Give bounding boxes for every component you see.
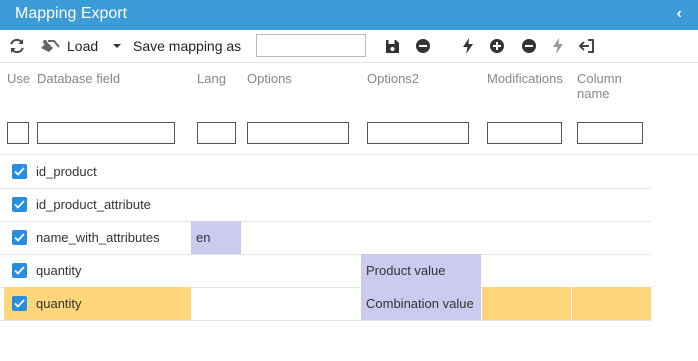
filter-database-field-input[interactable] (37, 122, 175, 144)
add-circle-icon[interactable] (487, 30, 507, 62)
database-field-cell: quantity (36, 263, 82, 278)
table-row[interactable]: quantity Product value (0, 254, 651, 288)
column-header-options: Options (247, 71, 292, 86)
use-checkbox[interactable] (12, 164, 27, 179)
table-row-selected[interactable]: quantity Combination value (0, 287, 651, 321)
filter-use-input[interactable] (7, 122, 29, 144)
column-header-database-field: Database field (37, 71, 121, 86)
database-field-cell: id_product (36, 164, 97, 179)
save-mapping-name-input[interactable] (256, 34, 366, 57)
database-field-cell: quantity (36, 296, 82, 311)
filter-modifications-input[interactable] (487, 122, 562, 144)
lightning-disabled-icon[interactable] (548, 30, 568, 62)
filter-column-name-input[interactable] (577, 122, 643, 144)
table-row[interactable]: id_product (0, 155, 651, 189)
sign-in-icon[interactable] (577, 30, 597, 62)
column-header-column-name-line2: name (577, 86, 610, 101)
modifications-cell[interactable] (482, 287, 571, 320)
column-header-options2: Options2 (367, 71, 420, 86)
lang-cell[interactable]: en (191, 221, 241, 254)
filter-options-input[interactable] (247, 122, 349, 144)
lightning-icon[interactable] (458, 30, 478, 62)
column-header-column-name: Column name (577, 72, 622, 101)
filter-options2-input[interactable] (367, 122, 469, 144)
column-header-column-name-line1: Column (577, 71, 622, 86)
collapse-chevron-icon[interactable]: ‹ (677, 5, 682, 23)
column-name-cell[interactable] (572, 287, 651, 320)
column-header-modifications: Modifications (487, 71, 563, 86)
toolbar: Load Save mapping as (0, 30, 698, 63)
column-header-use: Use (7, 71, 31, 86)
panel-header: Mapping Export ‹ (0, 0, 698, 30)
use-checkbox[interactable] (12, 263, 27, 278)
panel-title: Mapping Export (15, 5, 128, 22)
load-dropdown-caret-icon[interactable] (109, 30, 125, 62)
save-mapping-label: Save mapping as (133, 38, 242, 54)
load-button[interactable]: Load (67, 30, 99, 62)
delete-mapping-icon[interactable] (413, 30, 433, 62)
table-row[interactable]: name_with_attributes en (0, 221, 651, 255)
filter-lang-input[interactable] (197, 122, 236, 144)
use-checkbox[interactable] (12, 296, 27, 311)
remove-circle-icon[interactable] (519, 30, 539, 62)
database-field-cell: id_product_attribute (36, 197, 151, 212)
options2-cell[interactable]: Combination value (361, 287, 481, 320)
refresh-icon[interactable] (6, 30, 28, 62)
options2-cell[interactable]: Product value (361, 254, 481, 287)
column-header-lang: Lang (197, 71, 226, 86)
use-checkbox[interactable] (12, 230, 27, 245)
save-icon[interactable] (382, 30, 402, 62)
load-mapping-icon[interactable] (38, 30, 62, 62)
use-checkbox[interactable] (12, 197, 27, 212)
table-row[interactable]: id_product_attribute (0, 188, 651, 222)
database-field-cell: name_with_attributes (36, 230, 160, 245)
